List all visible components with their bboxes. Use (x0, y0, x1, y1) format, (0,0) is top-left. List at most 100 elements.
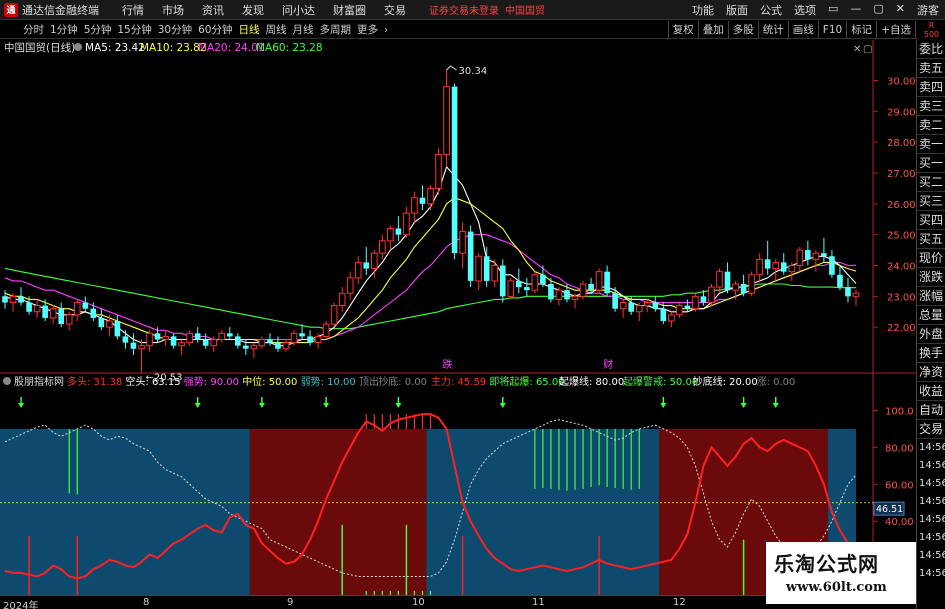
legend-ma20: MA20: 24.01 (198, 42, 265, 54)
add-watchlist-button[interactable]: +自选 (876, 20, 915, 39)
menu-ask[interactable]: 问小达 (273, 2, 324, 18)
quote-tab[interactable]: 涨幅 (917, 287, 945, 306)
candle-body (837, 274, 843, 288)
menu-quotes[interactable]: 行情 (113, 2, 153, 18)
quote-tab[interactable]: 收益 (917, 382, 945, 401)
menu-options[interactable]: 选项 (788, 2, 822, 18)
menu-discover[interactable]: 发现 (233, 2, 273, 18)
panel-close-icon[interactable]: ✕ (853, 44, 861, 55)
menu-layout[interactable]: 版面 (720, 2, 754, 18)
quote-tab[interactable]: 现价 (917, 249, 945, 268)
indicator-toggle-icon[interactable] (3, 377, 11, 385)
current-value-label: 46.51 (876, 504, 903, 515)
tick-time: 14:56 (919, 496, 945, 507)
guest-label[interactable]: 游客 (911, 2, 945, 18)
overlay-button[interactable]: 叠加 (697, 20, 728, 39)
maximize-icon[interactable]: ▢ (867, 2, 889, 18)
period-monthly[interactable]: 月线 (290, 22, 317, 37)
quote-tab[interactable]: 买三 (917, 192, 945, 211)
login-warning[interactable]: 证券交易未登录 (429, 2, 499, 17)
period-weekly[interactable]: 周线 (263, 22, 290, 37)
period-tick[interactable]: 分时 (20, 22, 47, 37)
event-marker-cai[interactable]: 财 (603, 358, 613, 371)
candle-body (475, 255, 482, 282)
candle-body (588, 284, 594, 291)
ind-tick-label: 40.00 (885, 517, 914, 528)
stats-button[interactable]: 统计 (757, 20, 788, 39)
period-1min[interactable]: 1分钟 (47, 22, 81, 37)
f10-button[interactable]: F10 (817, 20, 846, 39)
bear-zone-panel (0, 428, 250, 595)
more-chevron-icon[interactable]: › (381, 24, 391, 36)
panel-expand-icon[interactable]: ▢ (863, 44, 872, 55)
period-15min[interactable]: 15分钟 (114, 22, 154, 37)
mark-button[interactable]: 标记 (846, 20, 876, 39)
candle (692, 293, 699, 312)
price-tick-label: 27.00 (887, 169, 916, 180)
quote-tab[interactable]: 卖四 (917, 78, 945, 97)
quote-tab[interactable]: 外盘 (917, 325, 945, 344)
quote-tab[interactable]: 买四 (917, 211, 945, 230)
menu-news[interactable]: 资讯 (193, 2, 233, 18)
indicator-field: 涨: 0.00 (757, 376, 796, 388)
minimize-icon[interactable]: — (844, 2, 867, 18)
legend-ma60: MA60: 23.28 (256, 42, 323, 54)
app-logo-icon: 通 (4, 2, 18, 17)
draw-button[interactable]: 画线 (787, 20, 818, 39)
candle-body (548, 284, 554, 300)
quote-tab[interactable]: 买二 (917, 173, 945, 192)
candle (330, 302, 338, 328)
candle-body (796, 249, 804, 266)
menu-functions[interactable]: 功能 (686, 2, 720, 18)
restore-icon[interactable]: ▭ (822, 2, 844, 18)
candle (531, 271, 539, 294)
period-multi[interactable]: 多周期 (317, 22, 355, 37)
legend-toggle-icon[interactable] (74, 43, 82, 51)
period-60min[interactable]: 60分钟 (195, 22, 235, 37)
quote-tab[interactable]: 涨跌 (917, 268, 945, 287)
quote-tab[interactable]: 委比 (917, 40, 945, 59)
buy-arrow-head (18, 403, 25, 408)
menu-wealth[interactable]: 财富圈 (324, 2, 375, 18)
quote-tabs: 委比 卖五 卖四 卖三 卖二 卖一 买一 买二 买三 买四 买五 现价 涨跌 涨幅 总量 外盘 换手 净资 收益 自动… (917, 40, 945, 439)
candle-body (194, 333, 201, 340)
period-daily[interactable]: 日线 (236, 22, 263, 37)
event-marker-die[interactable]: 跌 (443, 358, 453, 371)
menu-market[interactable]: 市场 (153, 2, 193, 18)
quote-tab[interactable]: 卖二 (917, 116, 945, 135)
quote-tab[interactable]: 买一 (917, 154, 945, 173)
menu-formula[interactable]: 公式 (754, 2, 788, 18)
candle-body (403, 212, 410, 236)
quote-tab[interactable]: 卖三 (917, 97, 945, 116)
multi-stock-button[interactable]: 多股 (727, 20, 758, 39)
quote-tab[interactable]: 净资 (917, 363, 945, 382)
candle-body (90, 308, 97, 318)
right-menu: 功能 版面 公式 选项 ▭ — ▢ ✕ 游客 (686, 2, 945, 18)
quote-tab[interactable]: 换手 (917, 344, 945, 363)
buy-arrow-icon (323, 397, 330, 408)
candle-body (564, 290, 570, 300)
close-icon[interactable]: ✕ (890, 2, 911, 18)
quote-tab[interactable]: 交易 (917, 420, 945, 439)
indicator-panel[interactable] (0, 397, 873, 595)
chart-area[interactable]: 中国国贸(日线) MA5: 23.42 MA10: 23.82 MA20: 24… (0, 40, 916, 595)
adjust-button[interactable]: 复权 (667, 20, 698, 39)
candle-body (467, 231, 474, 281)
indicator-field: 起爆线: 80.00 (559, 375, 624, 388)
title-bar: 通 通达信金融终端 行情 市场 资讯 发现 问小达 财富圈 交易 证券交易未登录… (0, 0, 945, 20)
candle-body (122, 336, 129, 343)
candle-body (290, 332, 298, 344)
period-30min[interactable]: 30分钟 (155, 22, 195, 37)
quote-tab[interactable]: 总量 (917, 306, 945, 325)
period-more[interactable]: 更多 (354, 22, 381, 37)
quote-tab[interactable]: 卖一 (917, 135, 945, 154)
quote-tab[interactable]: 买五 (917, 230, 945, 249)
level2-badge[interactable]: R 500 (918, 21, 945, 39)
menu-trade[interactable]: 交易 (375, 2, 415, 18)
quote-tab[interactable]: 卖五 (917, 59, 945, 78)
buy-arrow-head (772, 403, 779, 408)
period-5min[interactable]: 5分钟 (81, 22, 115, 37)
quote-tab[interactable]: 自动 (917, 401, 945, 420)
candle-body (210, 339, 218, 347)
date-label-aug: 8 (143, 597, 150, 608)
